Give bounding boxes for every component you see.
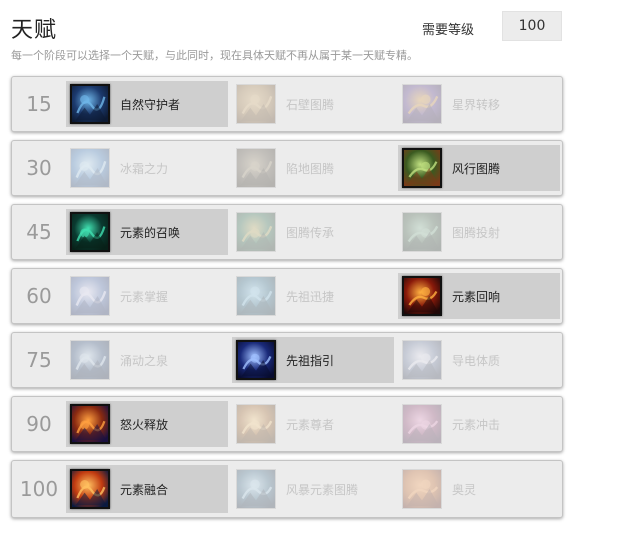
- ancestral-swiftness-icon: [236, 276, 276, 316]
- talent-name: 元素回响: [452, 289, 501, 304]
- talent-option[interactable]: 元素尊者: [232, 401, 394, 447]
- conductivity-icon: [402, 340, 442, 380]
- talent-name: 元素掌握: [120, 289, 169, 304]
- talent-tier-row: 60 元素掌握 先祖迅捷 元素回响: [11, 268, 563, 324]
- primal-elementalist-icon: [236, 404, 276, 444]
- talent-name: 风暴元素图腾: [286, 482, 359, 497]
- elemental-fusion-icon: [70, 469, 110, 509]
- talent-name: 自然守护者: [120, 97, 181, 112]
- talent-name: 先祖迅捷: [286, 289, 335, 304]
- talent-name: 元素尊者: [286, 417, 335, 432]
- talent-option[interactable]: 元素的召唤: [66, 209, 228, 255]
- talent-name: 图腾投射: [452, 225, 501, 240]
- windwalk-totem-icon: [402, 148, 442, 188]
- talent-option[interactable]: 奥灵: [398, 465, 560, 513]
- talent-option[interactable]: 涌动之泉: [66, 337, 228, 383]
- talent-name: 奥灵: [452, 482, 477, 497]
- call-of-the-elements-icon: [70, 212, 110, 252]
- ancestral-guidance-icon: [236, 340, 276, 380]
- talent-name: 元素的召唤: [120, 225, 181, 240]
- talent-name: 陷地图腾: [286, 161, 335, 176]
- totemic-projection-icon: [402, 212, 442, 252]
- talent-option[interactable]: 石壁图腾: [232, 81, 394, 127]
- talent-name: 风行图腾: [452, 161, 501, 176]
- talent-name: 星界转移: [452, 97, 501, 112]
- talent-option[interactable]: 怒火释放: [66, 401, 228, 447]
- echo-of-the-elements-icon: [402, 276, 442, 316]
- talent-tier-row: 15 自然守护者 石壁图腾 星界转移: [11, 76, 563, 132]
- talent-tier-row: 75 涌动之泉 先祖指引 导电体质: [11, 332, 563, 388]
- tier-level: 15: [26, 92, 52, 116]
- storm-elemental-totem-icon: [236, 469, 276, 509]
- talent-option[interactable]: 图腾传承: [232, 209, 394, 255]
- talent-option[interactable]: 元素融合: [66, 465, 228, 513]
- talent-option[interactable]: 星界转移: [398, 81, 560, 127]
- talent-name: 元素冲击: [452, 417, 501, 432]
- elemental-blast-icon: [402, 404, 442, 444]
- talent-name: 先祖指引: [286, 353, 335, 368]
- talent-option[interactable]: 自然守护者: [66, 81, 228, 127]
- talent-tier-row: 30 冰霜之力 陷地图腾 风行图腾: [11, 140, 563, 196]
- unleashed-fury-icon: [70, 404, 110, 444]
- talent-option[interactable]: 先祖指引: [232, 337, 394, 383]
- talent-name: 石壁图腾: [286, 97, 335, 112]
- frozen-power-icon: [70, 148, 110, 188]
- talent-option[interactable]: 风暴元素图腾: [232, 465, 394, 513]
- talent-name: 涌动之泉: [120, 353, 169, 368]
- talent-tiers: 15 自然守护者 石壁图腾 星界转移 30 冰霜之力 陷地图腾 风行图腾 45 …: [11, 76, 563, 526]
- required-level-value: 100: [502, 11, 562, 41]
- talent-option[interactable]: 冰霜之力: [66, 145, 228, 191]
- tier-level: 90: [26, 412, 52, 436]
- talent-option[interactable]: 导电体质: [398, 337, 560, 383]
- talent-name: 怒火释放: [120, 417, 169, 432]
- talent-option[interactable]: 元素掌握: [66, 273, 228, 319]
- healing-tide-totem-icon: [70, 340, 110, 380]
- talent-tier-row: 100 元素融合 风暴元素图腾 奥灵: [11, 460, 563, 518]
- required-level-label: 需要等级: [422, 23, 475, 38]
- nature-guardian-icon: [70, 84, 110, 124]
- talent-name: 冰霜之力: [120, 161, 169, 176]
- talent-tier-row: 45 元素的召唤 图腾传承 图腾投射: [11, 204, 563, 260]
- earthgrab-totem-icon: [236, 148, 276, 188]
- talent-option[interactable]: 风行图腾: [398, 145, 560, 191]
- talent-option[interactable]: 图腾投射: [398, 209, 560, 255]
- liquid-magma-icon: [402, 469, 442, 509]
- stone-bulwark-totem-icon: [236, 84, 276, 124]
- talent-name: 元素融合: [120, 482, 169, 497]
- talent-option[interactable]: 元素回响: [398, 273, 560, 319]
- talent-name: 导电体质: [452, 353, 501, 368]
- tier-level: 75: [26, 348, 52, 372]
- talent-option[interactable]: 元素冲击: [398, 401, 560, 447]
- talent-description: 每一个阶段可以选择一个天赋，与此同时，现在具体天赋不再从属于某一天赋专精。: [11, 49, 418, 62]
- totemic-persistence-icon: [236, 212, 276, 252]
- talent-tier-row: 90 怒火释放 元素尊者 元素冲击: [11, 396, 563, 452]
- talent-name: 图腾传承: [286, 225, 335, 240]
- tier-level: 100: [19, 477, 59, 501]
- tier-level: 30: [26, 156, 52, 180]
- tier-level: 60: [26, 284, 52, 308]
- page-title: 天赋: [11, 18, 58, 43]
- astral-shift-icon: [402, 84, 442, 124]
- talent-option[interactable]: 先祖迅捷: [232, 273, 394, 319]
- tier-level: 45: [26, 220, 52, 244]
- talent-option[interactable]: 陷地图腾: [232, 145, 394, 191]
- elemental-mastery-icon: [70, 276, 110, 316]
